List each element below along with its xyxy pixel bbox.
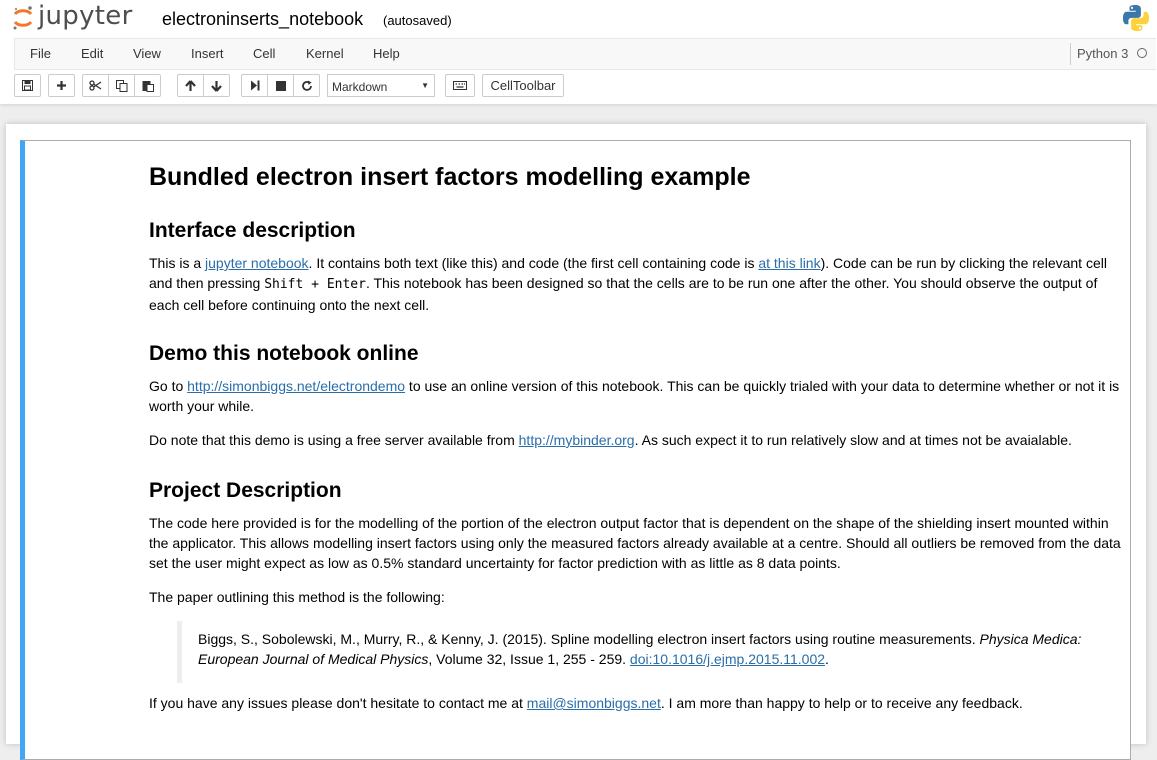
menu-view[interactable]: View [133, 46, 161, 61]
step-forward-icon [250, 80, 259, 91]
text: This is a [149, 255, 206, 271]
move-up-button[interactable] [177, 74, 204, 97]
menubar: File Edit View Insert Cell Kernel Help P… [14, 38, 1156, 70]
link-email[interactable]: mail@simonbiggs.net [527, 695, 661, 711]
menu-cell[interactable]: Cell [253, 46, 275, 61]
text: Biggs, S., Sobolewski, M., Murry, R., & … [198, 631, 980, 647]
jupyter-logo-icon [13, 6, 33, 30]
paste-button[interactable] [134, 74, 161, 97]
link-doi[interactable]: doi:10.1016/j.ejmp.2015.11.002 [630, 651, 825, 667]
stop-icon [275, 80, 286, 91]
insert-cell-button[interactable] [48, 74, 75, 97]
paste-icon [142, 80, 154, 92]
paragraph-interface: This is a jupyter notebook. It contains … [149, 253, 1127, 315]
command-palette-button[interactable] [445, 74, 475, 97]
link-jupyter-notebook[interactable]: jupyter notebook [205, 255, 309, 271]
paragraph-demo-note: Do note that this demo is using a free s… [149, 430, 1127, 450]
arrow-down-icon [211, 80, 222, 92]
caret-down-icon: ▼ [421, 81, 429, 90]
cell-type-value: Markdown [332, 80, 388, 94]
citation-blockquote: Biggs, S., Sobolewski, M., Murry, R., & … [177, 621, 1122, 683]
menu-edit[interactable]: Edit [81, 46, 103, 61]
link-electrondemo[interactable]: http://simonbiggs.net/electrondemo [187, 378, 405, 394]
autosave-status: (autosaved) [383, 13, 452, 28]
text: . It contains both text (like this) and … [308, 255, 759, 271]
run-cell-button[interactable] [241, 74, 268, 97]
link-mybinder[interactable]: http://mybinder.org [519, 432, 635, 448]
restart-kernel-button[interactable] [293, 74, 320, 97]
notebook-name[interactable]: electroninserts_notebook [162, 9, 363, 30]
menu-insert[interactable]: Insert [191, 46, 224, 61]
interrupt-kernel-button[interactable] [267, 74, 294, 97]
text: , Volume 32, Issue 1, 255 - 259. [428, 651, 630, 667]
text: If you have any issues please don't hesi… [149, 695, 527, 711]
menubar-divider [1070, 43, 1071, 65]
notebook-title: Bundled electron insert factors modellin… [149, 163, 751, 191]
move-down-button[interactable] [203, 74, 230, 97]
keyboard-icon [453, 81, 467, 90]
paragraph-paper-intro: The paper outlining this method is the f… [149, 589, 445, 605]
kernel-idle-icon [1137, 48, 1147, 58]
header: jupyter electroninserts_notebook (autosa… [0, 0, 1157, 104]
heading-demo: Demo this notebook online [149, 342, 419, 365]
link-at-this-link[interactable]: at this link [758, 255, 820, 271]
copy-button[interactable] [108, 74, 135, 97]
text: . [825, 651, 829, 667]
kernel-name: Python 3 [1077, 46, 1129, 61]
paragraph-demo: Go to http://simonbiggs.net/electrondemo… [149, 376, 1127, 416]
text: Do note that this demo is using a free s… [149, 432, 519, 448]
save-icon [22, 80, 33, 91]
jupyter-logo[interactable]: jupyter [12, 1, 133, 34]
text: Go to [149, 378, 188, 394]
logo-text: jupyter [38, 1, 133, 31]
shortcut-code: Shift + Enter [264, 277, 366, 292]
copy-icon [115, 79, 127, 92]
notebook-panel: Bundled electron insert factors modellin… [6, 124, 1146, 760]
save-button[interactable] [14, 74, 41, 97]
arrow-up-icon [185, 79, 196, 91]
text: . I am more than happy to help or to rec… [660, 695, 1023, 711]
plus-icon [57, 81, 66, 90]
menu-file[interactable]: File [30, 46, 51, 61]
paragraph-contact: If you have any issues please don't hesi… [149, 693, 1127, 713]
menu-kernel[interactable]: Kernel [306, 46, 344, 61]
menu-help[interactable]: Help [373, 46, 400, 61]
python-logo-icon [1123, 5, 1149, 31]
markdown-cell[interactable]: Bundled electron insert factors modellin… [20, 140, 1131, 760]
celltoolbar-button[interactable]: CellToolbar [482, 74, 564, 97]
text: . As such expect it to run relatively sl… [634, 432, 1072, 448]
cut-icon [89, 80, 102, 91]
cell-type-select[interactable]: Markdown ▼ [327, 74, 435, 97]
refresh-icon [301, 80, 312, 91]
cut-button[interactable] [82, 74, 109, 97]
heading-project-description: Project Description [149, 479, 342, 502]
heading-interface-description: Interface description [149, 219, 356, 242]
paragraph-project: The code here provided is for the modell… [149, 515, 1121, 571]
